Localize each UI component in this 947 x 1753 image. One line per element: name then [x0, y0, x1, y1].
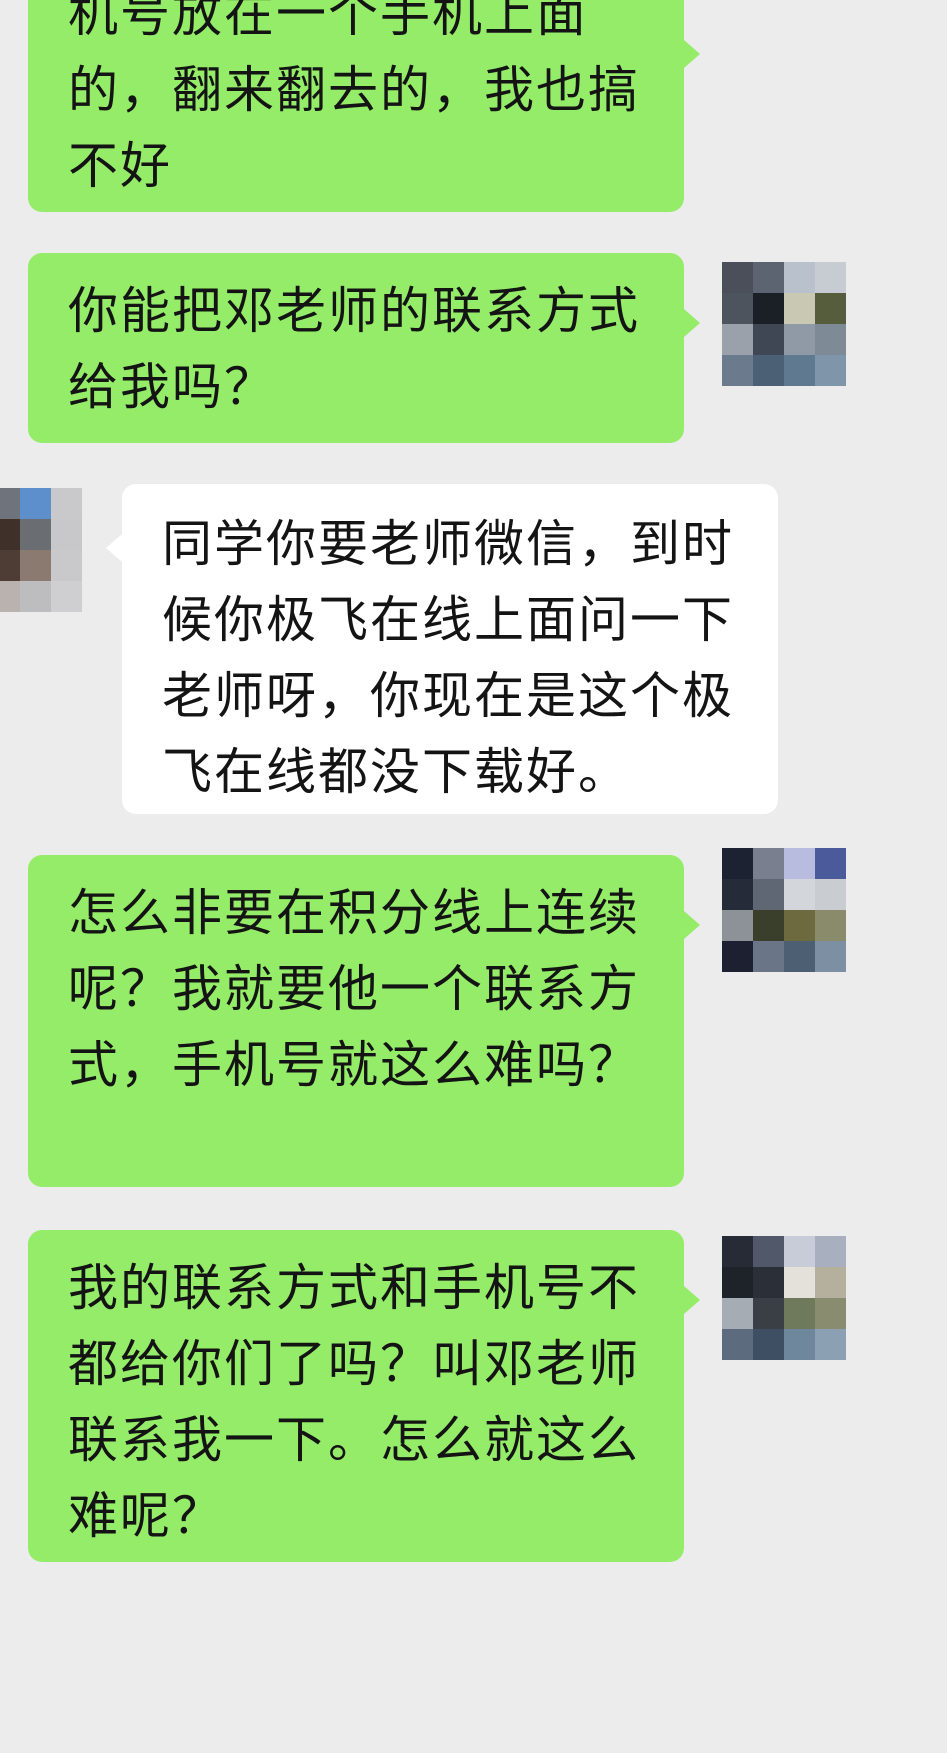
avatar-pixel	[815, 1236, 846, 1267]
avatar-pixel	[784, 1298, 815, 1329]
avatar-pixel	[784, 1329, 815, 1360]
avatar-pixel	[784, 910, 815, 941]
bubble-tail-icon	[684, 1286, 700, 1314]
avatar-pixel	[784, 1267, 815, 1298]
avatar-pixel	[753, 879, 784, 910]
avatar-pixel	[784, 1236, 815, 1267]
avatar-pixel	[784, 848, 815, 879]
avatar-pixel	[753, 1329, 784, 1360]
avatar-pixel	[722, 879, 753, 910]
avatar-pixel	[722, 324, 753, 355]
message-text: 你能把邓老师的联系方式给我吗？	[68, 282, 640, 416]
avatar-pixel	[722, 1236, 753, 1267]
message-text: 同学你要老师微信，到时候你极飞在线上面问一下老师呀，你现在是这个极飞在线都没下载…	[162, 515, 734, 801]
received-message-bubble[interactable]: 同学你要老师微信，到时候你极飞在线上面问一下老师呀，你现在是这个极飞在线都没下载…	[106, 484, 778, 814]
avatar-pixel	[51, 488, 82, 519]
avatar-pixel	[722, 262, 753, 293]
avatar-pixel	[722, 293, 753, 324]
avatar-pixel	[815, 848, 846, 879]
avatar-pixel	[51, 581, 82, 612]
avatar-pixel	[815, 355, 846, 386]
avatar-pixel	[815, 1298, 846, 1329]
avatar-pixel	[722, 941, 753, 972]
self-avatar[interactable]	[722, 262, 846, 386]
message-text: 我的联系方式和手机号不都给你们了吗？叫邓老师联系我一下。怎么就这么难呢？	[68, 1259, 640, 1545]
avatar-pixel	[51, 519, 82, 550]
bubble-tail-icon	[106, 534, 122, 562]
avatar-pixel	[0, 581, 20, 612]
avatar-pixel	[815, 1329, 846, 1360]
avatar-pixel	[20, 519, 51, 550]
avatar-pixel	[815, 910, 846, 941]
sent-message-bubble[interactable]: 怎么非要在积分线上连续呢？我就要他一个联系方式，手机号就这么难吗？	[28, 855, 700, 1187]
avatar-pixel	[753, 1236, 784, 1267]
self-avatar[interactable]	[722, 1236, 846, 1360]
avatar-pixel	[753, 293, 784, 324]
avatar-pixel	[753, 262, 784, 293]
avatar-pixel	[815, 1267, 846, 1298]
avatar-pixel	[51, 550, 82, 581]
avatar-pixel	[722, 1298, 753, 1329]
self-avatar[interactable]	[722, 848, 846, 972]
avatar-pixel	[784, 941, 815, 972]
avatar-pixel	[753, 355, 784, 386]
avatar-pixel	[815, 324, 846, 355]
avatar-pixel	[20, 550, 51, 581]
avatar-pixel	[815, 941, 846, 972]
avatar-pixel	[784, 355, 815, 386]
avatar-pixel	[722, 910, 753, 941]
avatar-pixel	[20, 488, 51, 519]
contact-avatar[interactable]	[0, 488, 82, 612]
sent-message-bubble[interactable]: 我的联系方式和手机号不都给你们了吗？叫邓老师联系我一下。怎么就这么难呢？	[28, 1230, 700, 1562]
avatar-pixel	[753, 848, 784, 879]
sent-message-bubble[interactable]: 你能把邓老师的联系方式给我吗？	[28, 253, 700, 443]
avatar-pixel	[784, 293, 815, 324]
avatar-pixel	[0, 488, 20, 519]
chat-message-list: 机号放在一个手机上面的，翻来翻去的，我也搞不好 你能把邓老师的联系方式给我吗？ …	[0, 0, 947, 1753]
bubble-tail-icon	[684, 911, 700, 939]
avatar-pixel	[784, 324, 815, 355]
avatar-pixel	[784, 879, 815, 910]
message-text: 怎么非要在积分线上连续呢？我就要他一个联系方式，手机号就这么难吗？	[68, 884, 640, 1094]
avatar-pixel	[0, 519, 20, 550]
avatar-pixel	[815, 879, 846, 910]
avatar-pixel	[753, 324, 784, 355]
avatar-pixel	[784, 262, 815, 293]
message-text: 机号放在一个手机上面的，翻来翻去的，我也搞不好	[68, 0, 640, 195]
avatar-pixel	[753, 1267, 784, 1298]
avatar-pixel	[722, 1267, 753, 1298]
avatar-pixel	[753, 1298, 784, 1329]
avatar-pixel	[722, 355, 753, 386]
bubble-tail-icon	[684, 309, 700, 337]
sent-message-bubble[interactable]: 机号放在一个手机上面的，翻来翻去的，我也搞不好	[28, 0, 700, 212]
avatar-pixel	[722, 1329, 753, 1360]
avatar-pixel	[815, 293, 846, 324]
avatar-pixel	[753, 941, 784, 972]
avatar-pixel	[20, 581, 51, 612]
bubble-tail-icon	[684, 40, 700, 68]
avatar-pixel	[815, 262, 846, 293]
avatar-pixel	[0, 550, 20, 581]
avatar-pixel	[722, 848, 753, 879]
avatar-pixel	[753, 910, 784, 941]
